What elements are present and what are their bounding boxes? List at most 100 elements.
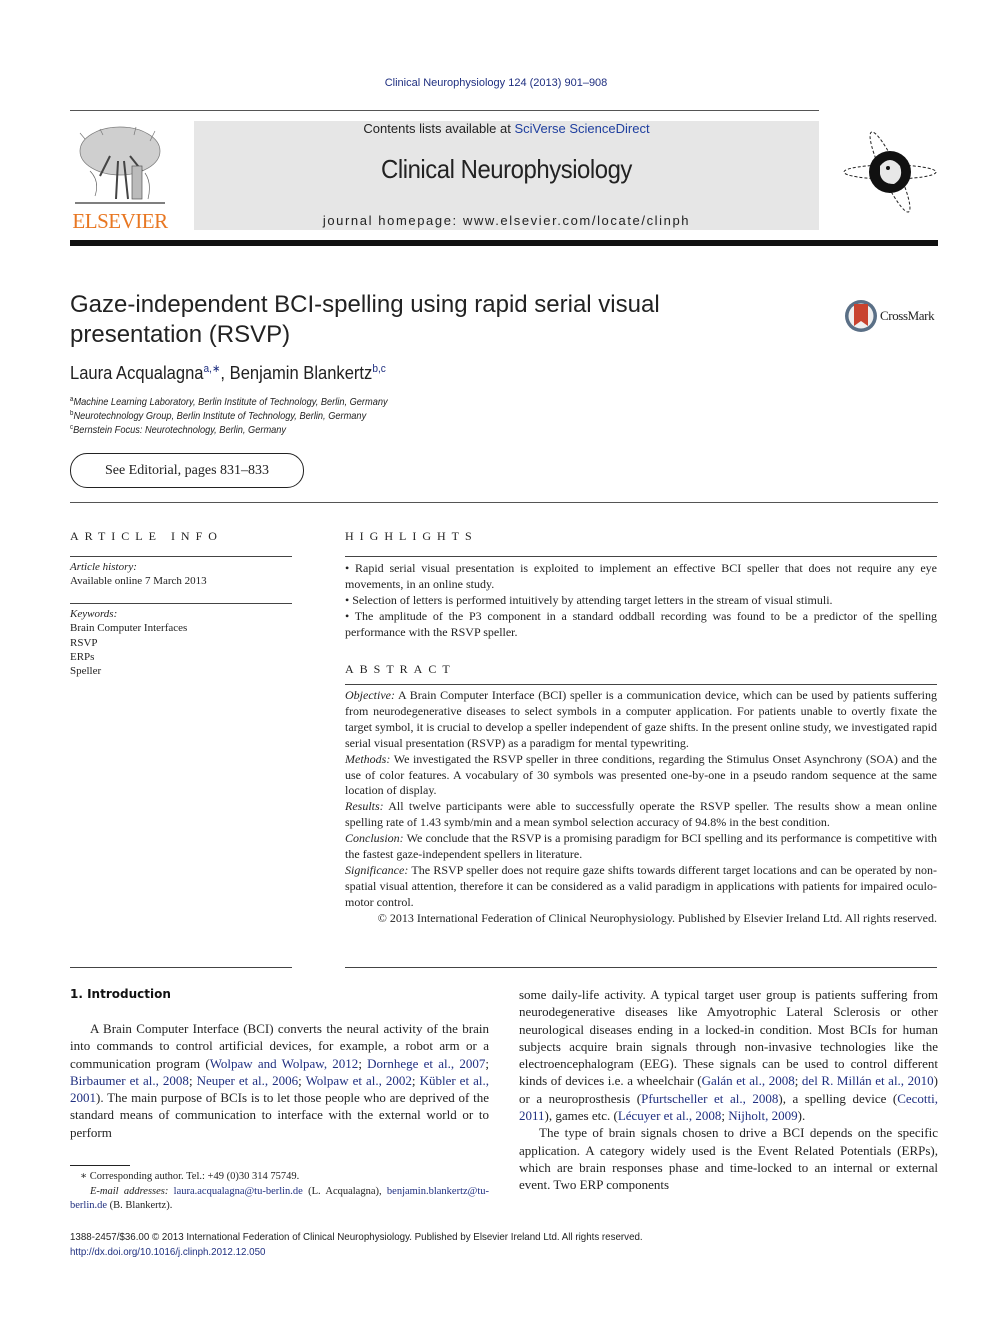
- email-link[interactable]: laura.acqualagna@tu-berlin.de: [174, 1186, 303, 1197]
- tree-icon: [75, 126, 165, 204]
- keyword: ERPs: [70, 650, 95, 663]
- intro-text: ).: [797, 1108, 806, 1124]
- ref-separator: ;: [485, 1055, 489, 1071]
- section-divider: [70, 502, 938, 503]
- article-title: Gaze-independent BCI-spelling using rapi…: [70, 291, 660, 348]
- section-heading-introduction: 1. Introduction: [70, 987, 171, 1001]
- author-name[interactable]: Laura Acqualagna: [70, 363, 204, 383]
- reference-link[interactable]: Neuper et al., 2006: [197, 1073, 299, 1088]
- journal-emblem-logo: [842, 128, 940, 216]
- ref-separator: ;: [298, 1072, 306, 1088]
- abstract-body: Objective: A Brain Computer Interface (B…: [345, 688, 937, 927]
- ref-separator: ;: [358, 1055, 368, 1071]
- doi-link[interactable]: http://dx.doi.org/10.1016/j.clinph.2012.…: [70, 1246, 265, 1258]
- abstract-copyright: © 2013 International Federation of Clini…: [377, 910, 937, 925]
- email-note: E-mail addresses: laura.acqualagna@tu-be…: [70, 1185, 489, 1214]
- abstract-text: All twelve participants were able to suc…: [345, 799, 937, 830]
- reference-link[interactable]: Pfurtscheller et al., 2008: [641, 1091, 778, 1106]
- reference-link[interactable]: Galán et al., 2008: [702, 1073, 795, 1088]
- abstract-label: Conclusion:: [345, 831, 404, 846]
- article-info-rule: [70, 603, 292, 604]
- sciencedirect-link[interactable]: SciVerse ScienceDirect: [514, 121, 649, 136]
- publication-metadata: 1388-2457/$36.00 © 2013 International Fe…: [70, 1230, 643, 1259]
- reference-link[interactable]: Birbaumer et al., 2008: [70, 1073, 189, 1088]
- see-editorial-link[interactable]: See Editorial, pages 831–833: [70, 453, 304, 488]
- author-name[interactable]: Benjamin Blankertz: [230, 363, 373, 383]
- elsevier-wordmark: ELSEVIER: [72, 209, 168, 233]
- abstract-bottom-rule: [345, 967, 937, 968]
- abstract-text: We conclude that the RSVP is a promising…: [345, 831, 937, 862]
- brain-emblem-icon: [843, 131, 937, 213]
- article-info-rule: [70, 556, 292, 557]
- journal-citation[interactable]: Clinical Neurophysiology 124 (2013) 901–…: [0, 77, 992, 89]
- keyword: RSVP: [70, 636, 98, 649]
- history-label: Article history:: [70, 561, 137, 573]
- email-label: E-mail addresses:: [90, 1185, 169, 1197]
- reference-link[interactable]: Lécuyer et al., 2008: [618, 1108, 722, 1123]
- author-list: Laura Acqualagnaa,∗, Benjamin Blankertzb…: [70, 362, 386, 384]
- abstract-heading: ABSTRACT: [345, 662, 456, 676]
- abstract-label: Methods:: [345, 751, 391, 766]
- author-affiliation-marks[interactable]: a,∗: [204, 363, 221, 375]
- ref-separator: ;: [411, 1072, 420, 1088]
- affiliation: cBernstein Focus: Neurotechnology, Berli…: [70, 424, 286, 436]
- reference-link[interactable]: del R. Millán et al., 2010: [802, 1073, 934, 1088]
- crossmark-icon: [845, 300, 877, 332]
- crossmark-label[interactable]: CrossMark: [880, 308, 935, 324]
- intro-text: ). The main purpose of BCIs is to let th…: [70, 1090, 489, 1140]
- issn-copyright-line: 1388-2457/$36.00 © 2013 International Fe…: [70, 1231, 643, 1243]
- affiliation: aMachine Learning Laboratory, Berlin Ins…: [70, 396, 388, 408]
- keyword: Brain Computer Interfaces: [70, 622, 188, 635]
- abstract-conclusion: Conclusion: We conclude that the RSVP is…: [345, 831, 937, 863]
- intro-paragraph: some daily-life activity. A typical targ…: [519, 986, 938, 1124]
- keyword: Speller: [70, 665, 102, 678]
- email-owner: (B. Blankertz).: [107, 1200, 173, 1212]
- contents-prefix: Contents lists available at: [363, 121, 515, 136]
- header-top-rule: [70, 110, 819, 111]
- highlights-rule: [345, 556, 937, 557]
- article-info-bottom-rule: [70, 967, 292, 968]
- abstract-label: Objective:: [345, 688, 395, 702]
- abstract-label: Significance:: [345, 862, 409, 877]
- abstract-objective: Objective: A Brain Computer Interface (B…: [345, 688, 937, 752]
- intro-text: ), a spelling device (: [778, 1090, 898, 1106]
- highlights-list: • Rapid serial visual presentation is ex…: [345, 561, 937, 641]
- affiliation-text: Machine Learning Laboratory, Berlin Inst…: [73, 396, 388, 408]
- footnote-rule: [70, 1165, 130, 1166]
- affiliation: bNeurotechnology Group, Berlin Institute…: [70, 410, 366, 422]
- abstract-label: Results:: [345, 799, 384, 814]
- intro-left-column: A Brain Computer Interface (BCI) convert…: [70, 1020, 489, 1141]
- abstract-text: A Brain Computer Interface (BCI) speller…: [345, 688, 937, 750]
- reference-link[interactable]: Dornhege et al., 2007: [367, 1056, 485, 1071]
- abstract-results: Results: All twelve participants were ab…: [345, 799, 937, 831]
- highlight-item: • Selection of letters is performed intu…: [345, 592, 833, 607]
- history-value: Available online 7 March 2013: [70, 575, 207, 588]
- email-owner: (L. Acqualagna),: [302, 1185, 387, 1197]
- keywords-block: Keywords: Brain Computer Interfaces RSVP…: [70, 607, 187, 678]
- highlight-item: • Rapid serial visual presentation is ex…: [345, 561, 937, 591]
- intro-paragraph: A Brain Computer Interface (BCI) convert…: [70, 1020, 489, 1141]
- author-affiliation-marks[interactable]: b,c: [372, 363, 386, 375]
- abstract-significance: Significance: The RSVP speller does not …: [345, 863, 937, 911]
- reference-link[interactable]: Nijholt, 2009: [728, 1108, 797, 1123]
- citation-link[interactable]: Clinical Neurophysiology 124 (2013) 901–…: [385, 77, 608, 89]
- intro-right-column: some daily-life activity. A typical targ…: [519, 986, 938, 1194]
- article-info-heading: ARTICLE INFO: [70, 529, 223, 543]
- abstract-text: We investigated the RSVP speller in thre…: [345, 751, 937, 798]
- reference-link[interactable]: Wolpaw and Wolpaw, 2012: [210, 1056, 359, 1071]
- header-bottom-rule: [70, 240, 938, 246]
- ref-separator: ;: [794, 1073, 802, 1089]
- contents-availability: Contents lists available at SciVerse Sci…: [194, 121, 819, 136]
- highlights-heading: HIGHLIGHTS: [345, 529, 478, 543]
- homepage-url-link[interactable]: www.elsevier.com/locate/clinph: [463, 213, 690, 228]
- affiliation-text: Neurotechnology Group, Berlin Institute …: [73, 410, 367, 422]
- intro-paragraph: The type of brain signals chosen to driv…: [519, 1125, 938, 1193]
- affiliation-text: Bernstein Focus: Neurotechnology, Berlin…: [73, 424, 287, 436]
- reference-link[interactable]: Wolpaw et al., 2002: [306, 1073, 412, 1088]
- abstract-text: The RSVP speller does not require gaze s…: [345, 862, 937, 909]
- author-separator: ,: [220, 363, 230, 383]
- homepage-prefix: journal homepage:: [322, 213, 463, 228]
- highlight-item: • The amplitude of the P3 component in a…: [345, 608, 937, 639]
- corresponding-author-note: ∗ Corresponding author. Tel.: +49 (0)30 …: [80, 1171, 300, 1182]
- abstract-methods: Methods: We investigated the RSVP spelle…: [345, 752, 937, 800]
